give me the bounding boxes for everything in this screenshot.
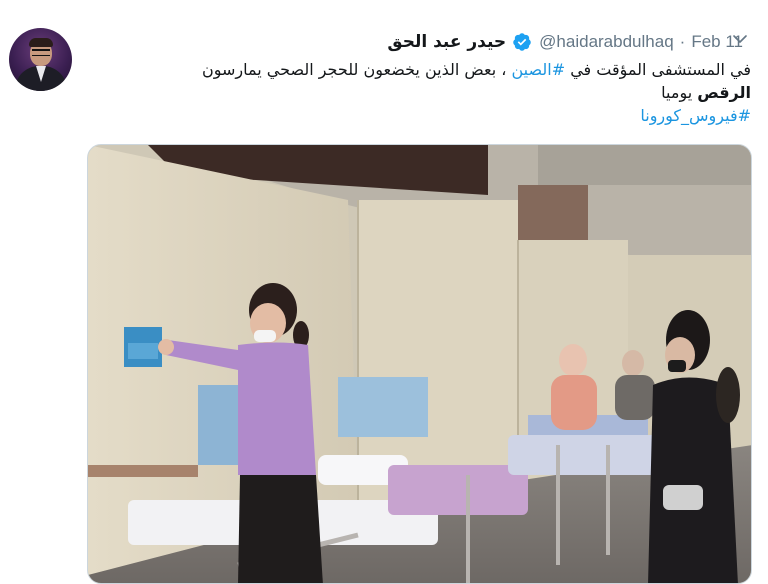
separator-dot: · bbox=[679, 32, 686, 51]
avatar-hair bbox=[29, 38, 53, 47]
tweet-text-line3: #فيروس_كورونا bbox=[96, 104, 751, 127]
hashtag-corona[interactable]: #فيروس_كورونا bbox=[640, 106, 751, 125]
chevron-down-icon[interactable] bbox=[731, 30, 749, 48]
text-segment: يوميا bbox=[661, 83, 698, 102]
text-segment: في المستشفى المؤقت في bbox=[565, 60, 751, 79]
text-bold-dancing: الرقص bbox=[697, 83, 751, 102]
tweet-header: حيدر عبد الحق @haidarabdulhaq · Feb 11 bbox=[387, 30, 743, 54]
tweet-text-line1: في المستشفى المؤقت في #الصين ، بعض الذين… bbox=[96, 58, 751, 81]
tweet-text: في المستشفى المؤقت في #الصين ، بعض الذين… bbox=[96, 58, 751, 127]
tweet-text-line2: الرقص يوميا bbox=[96, 81, 751, 104]
handle-and-date: @haidarabdulhaq · Feb 11 bbox=[539, 32, 743, 52]
verified-badge-icon bbox=[513, 33, 531, 51]
tweet-video[interactable] bbox=[87, 144, 752, 584]
hashtag-china[interactable]: #الصين bbox=[512, 60, 566, 79]
text-segment: ، بعض الذين يخضعون للحجر الصحي يمارسون bbox=[201, 60, 512, 79]
author-name[interactable]: حيدر عبد الحق bbox=[387, 32, 506, 52]
video-frame bbox=[88, 145, 751, 583]
author-handle[interactable]: @haidarabdulhaq bbox=[539, 32, 673, 52]
avatar-glasses bbox=[32, 49, 50, 56]
avatar[interactable] bbox=[9, 28, 72, 91]
